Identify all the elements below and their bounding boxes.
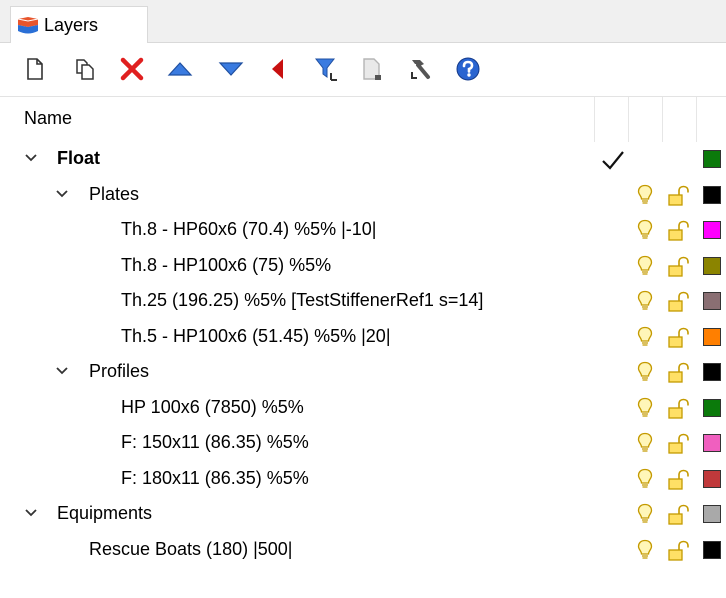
layer-row[interactable]: Float — [0, 142, 726, 177]
unlocked-icon[interactable] — [667, 220, 691, 242]
lightbulb-icon[interactable] — [637, 255, 653, 277]
layer-row[interactable]: F: 180x11 (86.35) %5% — [0, 462, 726, 497]
unlocked-icon[interactable] — [667, 504, 691, 526]
delete-x-icon — [120, 57, 144, 81]
layer-name: Rescue Boats (180) |500| — [89, 538, 293, 559]
layer-name: Plates — [89, 183, 140, 204]
triangle-down-icon — [218, 62, 244, 76]
layer-row[interactable]: Th.8 - HP60x6 (70.4) %5% |-10| — [0, 213, 726, 248]
layer-name: F: 180x11 (86.35) %5% — [121, 467, 309, 488]
layer-name: HP 100x6 (7850) %5% — [121, 396, 304, 417]
new-layer-button[interactable] — [20, 54, 50, 84]
lightbulb-icon[interactable] — [637, 361, 653, 383]
lightbulb-icon[interactable] — [637, 326, 653, 348]
layer-color-swatch[interactable] — [703, 363, 721, 381]
layer-toolbar — [0, 43, 726, 96]
chevron-down-icon[interactable] — [24, 506, 38, 520]
layer-name: Th.25 (196.25) %5% [TestStiffenerRef1 s=… — [121, 290, 484, 310]
unlocked-icon[interactable] — [667, 362, 691, 384]
help-button[interactable] — [453, 54, 483, 84]
unlocked-icon[interactable] — [667, 256, 691, 278]
name-column-header[interactable]: Name — [24, 108, 72, 129]
chevron-down-icon[interactable] — [24, 151, 38, 165]
lightbulb-icon[interactable] — [637, 468, 653, 490]
filter-button[interactable] — [312, 54, 342, 84]
layer-row[interactable]: Rescue Boats (180) |500| — [0, 533, 726, 568]
checkmark-icon[interactable] — [600, 148, 626, 172]
layer-row[interactable]: F: 150x11 (86.35) %5% — [0, 426, 726, 461]
layer-color-swatch[interactable] — [703, 469, 721, 488]
new-sublayer-button[interactable] — [70, 54, 100, 84]
layer-name: Th.5 - HP100x6 (51.45) %5% |20| — [121, 325, 391, 346]
column-divider[interactable] — [662, 97, 663, 142]
unlocked-icon[interactable] — [667, 185, 691, 207]
layer-name: F: 150x11 (86.35) %5% — [121, 432, 309, 452]
tab-layers[interactable]: Layers — [10, 6, 148, 43]
layer-name: Th.8 - HP60x6 (70.4) %5% |-10| — [121, 219, 377, 239]
layer-color-swatch[interactable] — [703, 221, 721, 239]
layer-color-swatch[interactable] — [703, 505, 721, 523]
layer-row[interactable]: Equipments — [0, 497, 726, 532]
unlocked-icon[interactable] — [667, 433, 691, 455]
triangle-up-icon — [167, 62, 193, 76]
move-to-parent-button[interactable] — [263, 54, 293, 84]
help-icon — [456, 57, 480, 81]
unlocked-icon[interactable] — [667, 398, 691, 420]
column-header: Name — [0, 97, 726, 142]
panel-tab-bar: Layers — [0, 0, 726, 43]
layer-color-swatch[interactable] — [703, 434, 721, 452]
layer-row[interactable]: Th.25 (196.25) %5% [TestStiffenerRef1 s=… — [0, 284, 726, 319]
chevron-down-icon[interactable] — [55, 187, 69, 201]
layer-row[interactable]: Plates — [0, 178, 726, 213]
filter-icon — [314, 58, 338, 81]
column-divider[interactable] — [696, 97, 697, 142]
layer-name: Profiles — [89, 361, 150, 381]
unlocked-icon[interactable] — [667, 540, 691, 562]
lightbulb-icon[interactable] — [637, 503, 653, 525]
layer-color-swatch[interactable] — [703, 185, 721, 204]
layer-name: Th.8 - HP100x6 (75) %5% — [121, 254, 332, 275]
layer-row[interactable]: HP 100x6 (7850) %5% — [0, 391, 726, 426]
lightbulb-icon[interactable] — [637, 290, 653, 312]
hammer-icon — [411, 60, 430, 79]
layers-icon — [17, 17, 39, 34]
layer-color-swatch[interactable] — [703, 256, 721, 275]
triangle-left-icon — [272, 59, 283, 79]
lightbulb-icon[interactable] — [637, 432, 653, 454]
lightbulb-icon[interactable] — [637, 539, 653, 561]
layer-row[interactable]: Profiles — [0, 355, 726, 390]
new-sublayer-icon — [76, 59, 94, 80]
layer-color-swatch[interactable] — [703, 150, 721, 168]
layer-color-swatch[interactable] — [703, 540, 721, 559]
lightbulb-icon[interactable] — [637, 184, 653, 206]
layer-row[interactable]: Th.5 - HP100x6 (51.45) %5% |20| — [0, 320, 726, 355]
new-document-icon — [27, 58, 43, 80]
column-divider[interactable] — [628, 97, 629, 142]
layer-color-swatch[interactable] — [703, 327, 721, 346]
move-up-button[interactable] — [165, 54, 195, 84]
lightbulb-icon[interactable] — [637, 397, 653, 419]
unlocked-icon[interactable] — [667, 327, 691, 349]
delete-layer-button[interactable] — [117, 54, 147, 84]
layer-color-swatch[interactable] — [703, 398, 721, 417]
unlocked-icon[interactable] — [667, 291, 691, 313]
tools-button[interactable] — [405, 54, 435, 84]
layer-name: Equipments — [57, 503, 153, 523]
chevron-down-icon[interactable] — [55, 364, 69, 378]
tab-label: Layers — [44, 15, 99, 35]
move-down-button[interactable] — [216, 54, 246, 84]
document-icon — [363, 58, 381, 80]
layer-copy-button[interactable] — [357, 54, 387, 84]
layer-color-swatch[interactable] — [703, 292, 721, 310]
layer-name: Float — [57, 148, 100, 168]
column-divider[interactable] — [594, 97, 595, 142]
unlocked-icon[interactable] — [667, 469, 691, 491]
layer-row[interactable]: Th.8 - HP100x6 (75) %5% — [0, 249, 726, 284]
lightbulb-icon[interactable] — [637, 219, 653, 241]
